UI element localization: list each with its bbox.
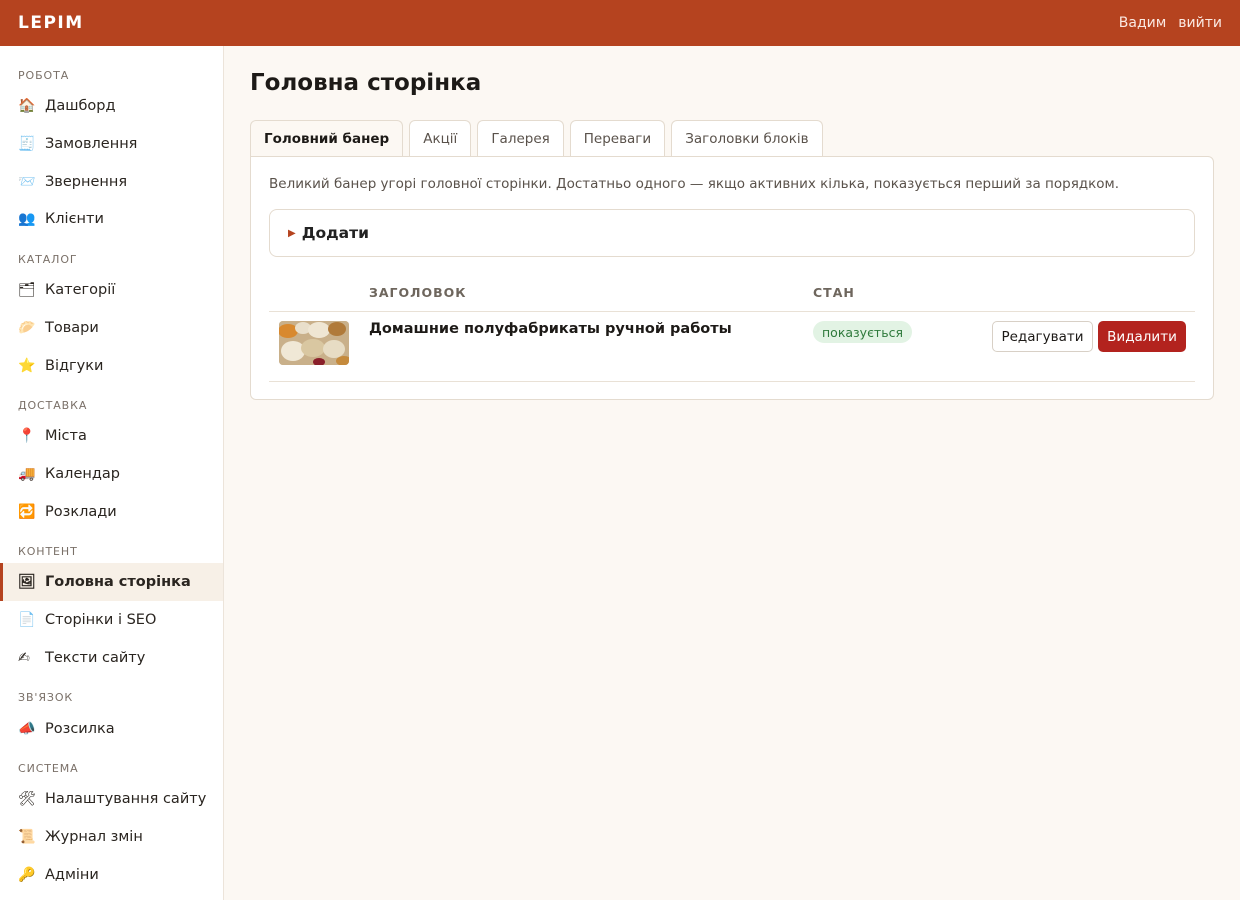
repeat-icon: 🔁 xyxy=(18,504,36,520)
receipt-icon: 🧾 xyxy=(18,136,36,152)
scroll-icon: 📜 xyxy=(18,829,36,845)
triangle-right-icon: ▶ xyxy=(288,227,296,239)
sidebar-item-products[interactable]: 🥟 Товари xyxy=(0,309,223,347)
table-divider xyxy=(269,311,1195,312)
writing-hand-icon: ✍ xyxy=(18,650,30,666)
tab-advantages[interactable]: Переваги xyxy=(569,120,666,157)
logo[interactable]: LEPIM xyxy=(18,13,84,33)
sidebar-group-title: КАТАЛОГ xyxy=(18,253,78,266)
sidebar-item-dashboard[interactable]: 🏠 Дашборд xyxy=(0,87,223,125)
sidebar-group-title: ЗВ'ЯЗОК xyxy=(18,691,74,704)
sidebar-item-clients[interactable]: 👥 Клієнти xyxy=(0,200,223,238)
banner-thumbnail xyxy=(279,321,349,365)
sidebar-item-label: Замовлення xyxy=(45,136,138,152)
home-icon: 🏠 xyxy=(18,98,36,114)
tab-panel: Великий банер угорі головної сторінки. Д… xyxy=(250,156,1214,400)
sidebar-item-label: Категорії xyxy=(45,282,116,298)
sidebar-item-newsletter[interactable]: 📣 Розсилка xyxy=(0,710,223,748)
key-icon: 🔑 xyxy=(18,867,36,883)
sidebar-group-title: КОНТЕНТ xyxy=(18,545,78,558)
picture-icon: 🖼 xyxy=(18,574,36,590)
sidebar-item-label: Відгуки xyxy=(45,358,104,374)
sidebar-item-cities[interactable]: 📍 Міста xyxy=(0,417,223,455)
dumpling-icon: 🥟 xyxy=(18,320,36,336)
pin-icon: 📍 xyxy=(18,428,36,444)
sidebar-item-label: Календар xyxy=(45,466,120,482)
sidebar-item-label: Міста xyxy=(45,428,87,444)
delete-button[interactable]: Видалити xyxy=(1098,321,1186,352)
sidebar-item-orders[interactable]: 🧾 Замовлення xyxy=(0,125,223,163)
status-badge: показується xyxy=(813,321,912,343)
column-header-state: СТАН xyxy=(813,285,855,300)
tab-gallery[interactable]: Галерея xyxy=(477,120,564,157)
tab-bar: Головний банер Акції Галерея Переваги За… xyxy=(250,120,829,157)
envelope-icon: 📨 xyxy=(18,174,36,190)
banner-title: Домашние полуфабрикаты ручной работы xyxy=(369,321,732,337)
user-name[interactable]: Вадим xyxy=(1119,15,1167,31)
panel-description: Великий банер угорі головної сторінки. Д… xyxy=(269,176,1120,192)
sidebar-item-requests[interactable]: 📨 Звернення xyxy=(0,163,223,201)
sidebar-item-label: Тексти сайту xyxy=(45,650,146,666)
megaphone-icon: 📣 xyxy=(18,721,36,737)
tab-promotions[interactable]: Акції xyxy=(409,120,472,157)
sidebar-group-title: СИСТЕМА xyxy=(18,762,79,775)
tools-icon: 🛠 xyxy=(18,791,36,807)
add-label: Додати xyxy=(301,224,369,242)
sidebar-item-reviews[interactable]: ⭐ Відгуки xyxy=(0,347,223,385)
sidebar-item-categories[interactable]: 🗂 Категорії xyxy=(0,271,223,309)
users-icon: 👥 xyxy=(18,211,36,227)
sidebar-item-pages-seo[interactable]: 📄 Сторінки і SEO xyxy=(0,601,223,639)
sidebar-item-label: Звернення xyxy=(45,174,128,190)
sidebar-item-schedules[interactable]: 🔁 Розклади xyxy=(0,493,223,531)
star-icon: ⭐ xyxy=(18,358,36,374)
sidebar: РОБОТА 🏠 Дашборд 🧾 Замовлення 📨 Звернення 👥… xyxy=(0,46,224,900)
sidebar-item-label: Клієнти xyxy=(45,211,104,227)
sidebar-item-admins[interactable]: 🔑 Адміни xyxy=(0,856,223,894)
sidebar-item-home-page[interactable]: 🖼 Головна сторінка xyxy=(0,563,223,601)
sidebar-item-label: Журнал змін xyxy=(45,829,143,845)
sidebar-item-change-log[interactable]: 📜 Журнал змін xyxy=(0,818,223,856)
sidebar-item-label: Дашборд xyxy=(45,98,116,114)
sidebar-group-title: ДОСТАВКА xyxy=(18,399,88,412)
sidebar-item-label: Товари xyxy=(45,320,99,336)
page-title: Головна сторінка xyxy=(250,70,482,96)
truck-icon: 🚚 xyxy=(18,466,36,482)
table-divider xyxy=(269,381,1195,382)
document-icon: 📄 xyxy=(18,612,36,628)
column-header-title: ЗАГОЛОВОК xyxy=(369,285,467,300)
user-menu: Вадим вийти xyxy=(1119,15,1222,31)
sidebar-item-label: Налаштування сайту xyxy=(45,791,207,807)
sidebar-item-label: Адміни xyxy=(45,867,99,883)
add-banner-toggle[interactable]: ▶ Додати xyxy=(269,209,1195,257)
logout-link[interactable]: вийти xyxy=(1178,15,1222,31)
tab-main-banner[interactable]: Головний банер xyxy=(250,120,404,157)
sidebar-item-site-texts[interactable]: ✍ Тексти сайту xyxy=(0,639,223,677)
top-bar: LEPIM Вадим вийти xyxy=(0,0,1240,46)
edit-button[interactable]: Редагувати xyxy=(992,321,1093,352)
tab-block-headings[interactable]: Заголовки блоків xyxy=(671,120,823,157)
sidebar-group-title: РОБОТА xyxy=(18,69,70,82)
sidebar-item-label: Головна сторінка xyxy=(45,574,191,590)
sidebar-item-label: Розклади xyxy=(45,504,117,520)
sidebar-item-label: Сторінки і SEO xyxy=(45,612,157,628)
sidebar-item-label: Розсилка xyxy=(45,721,115,737)
sidebar-item-calendar[interactable]: 🚚 Календар xyxy=(0,455,223,493)
sidebar-item-site-settings[interactable]: 🛠 Налаштування сайту xyxy=(0,780,223,818)
folder-tabs-icon: 🗂 xyxy=(18,282,36,298)
